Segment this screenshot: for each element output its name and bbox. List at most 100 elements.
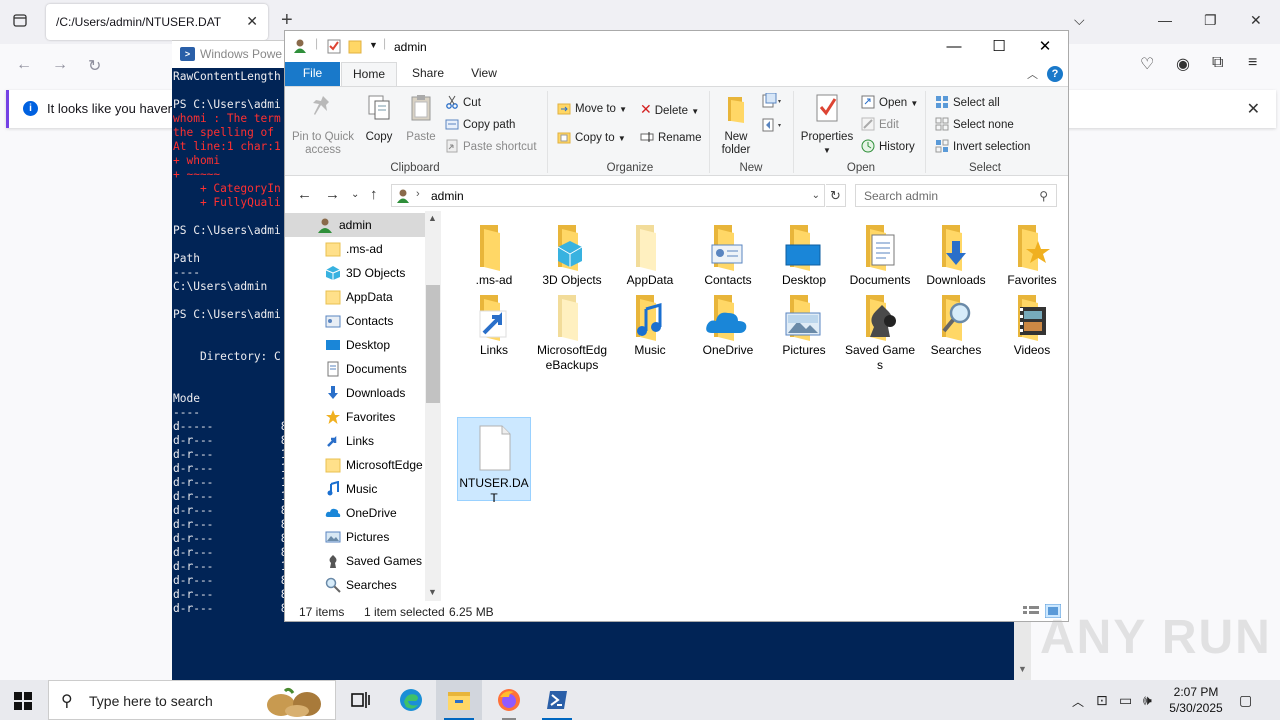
tab-file[interactable]: File <box>285 62 340 86</box>
network-icon[interactable]: ▭ <box>1119 692 1132 709</box>
powershell-scrollbar[interactable]: ▼ <box>1014 622 1031 680</box>
minimize-icon[interactable]: — <box>931 36 977 58</box>
browser-tab[interactable]: /C:/Users/admin/NTUSER.DAT ✕ <box>46 4 268 40</box>
folder-item-downloads[interactable]: Downloads <box>919 221 993 288</box>
tab-list-icon[interactable] <box>12 12 28 28</box>
explorer-titlebar[interactable]: | ▼ | admin — ☐ ✕ <box>285 31 1068 62</box>
nav-item-links[interactable]: Links <box>285 429 425 453</box>
folder-item-onedrive[interactable]: OneDrive <box>691 291 765 358</box>
pocket-icon[interactable]: ♡ <box>1140 54 1154 74</box>
taskbar-search-input[interactable]: ⚲ Type here to search <box>48 680 336 720</box>
properties-qat-icon[interactable] <box>327 39 341 54</box>
nav-item-ms-ad[interactable]: .ms-ad <box>285 237 425 261</box>
nav-item-documents[interactable]: Documents <box>285 357 425 381</box>
edge-taskbar-button[interactable] <box>388 680 434 720</box>
nav-item-onedrive[interactable]: OneDrive <box>285 501 425 525</box>
breadcrumb-chevron-icon[interactable]: › <box>416 188 420 200</box>
folder-item-3d-objects[interactable]: 3D Objects <box>535 221 609 288</box>
tab-share[interactable]: Share <box>405 62 451 86</box>
qat-dropdown-icon[interactable]: ▼ <box>369 40 378 50</box>
up-icon[interactable]: ↑ <box>370 186 378 203</box>
scroll-down-icon[interactable]: ▼ <box>1018 664 1027 674</box>
refresh-icon[interactable]: ↻ <box>826 184 846 207</box>
folder-item-documents[interactable]: Documents <box>843 221 917 288</box>
nav-item-favorites[interactable]: Favorites <box>285 405 425 429</box>
address-bar[interactable]: › admin ⌄ <box>391 184 825 207</box>
folder-item-microsoftedgebackups[interactable]: MicrosoftEdgeBackups <box>535 291 609 373</box>
delete-button[interactable]: ✕ Delete ▼ <box>640 101 699 118</box>
folder-item-pictures[interactable]: Pictures <box>767 291 841 358</box>
paste-shortcut-button[interactable]: Paste shortcut <box>445 139 537 153</box>
nav-item-appdata[interactable]: AppData <box>285 285 425 309</box>
folder-item-contacts[interactable]: Contacts <box>691 221 765 288</box>
tab-view[interactable]: View <box>461 62 507 86</box>
account-icon[interactable]: ◉ <box>1176 54 1190 74</box>
nav-item-music[interactable]: Music <box>285 477 425 501</box>
copy-path-button[interactable]: Copy path <box>445 117 515 131</box>
nav-item-downloads[interactable]: Downloads <box>285 381 425 405</box>
scroll-down-icon[interactable]: ▼ <box>428 587 437 597</box>
notifications-icon[interactable]: ▢ <box>1239 692 1252 709</box>
maximize-icon[interactable]: ☐ <box>976 36 1022 58</box>
history-button[interactable]: History <box>861 139 915 153</box>
collapse-ribbon-icon[interactable]: ︿ <box>1027 66 1038 82</box>
recent-locations-icon[interactable]: ⌄ <box>351 189 359 200</box>
minimize-icon[interactable]: — <box>1158 12 1172 28</box>
new-folder-qat-icon[interactable] <box>348 39 362 54</box>
folder-item-videos[interactable]: Videos <box>995 291 1068 358</box>
close-window-icon[interactable]: ✕ <box>1250 12 1262 29</box>
navigation-scrollbar[interactable]: ▲ ▼ <box>425 211 441 601</box>
file-item-ntuser-dat[interactable]: NTUSER.DAT <box>457 417 531 505</box>
task-view-button[interactable] <box>338 680 384 720</box>
firefox-taskbar-button[interactable] <box>486 680 532 720</box>
easy-access-icon[interactable] <box>761 117 783 133</box>
powershell-taskbar-button[interactable] <box>534 680 580 720</box>
address-dropdown-icon[interactable]: ⌄ <box>812 190 820 201</box>
back-icon[interactable]: ← <box>16 56 32 74</box>
restore-icon[interactable]: ❐ <box>1204 12 1217 29</box>
nav-item-saved-games[interactable]: Saved Games <box>285 549 425 573</box>
close-icon[interactable]: ✕ <box>1022 36 1068 58</box>
nav-item-admin[interactable]: admin <box>285 213 425 237</box>
paste-button[interactable]: Paste <box>401 93 441 144</box>
folder-item-ms-ad[interactable]: .ms-ad <box>457 221 531 288</box>
help-icon[interactable]: ? <box>1047 66 1063 82</box>
network-adapter-icon[interactable]: ⊡ <box>1096 692 1108 709</box>
scroll-thumb[interactable] <box>426 285 440 403</box>
open-button[interactable]: Open ▼ <box>861 95 918 109</box>
invert-selection-button[interactable]: Invert selection <box>935 139 1030 153</box>
edit-button[interactable]: Edit <box>861 117 899 131</box>
copy-button[interactable]: Copy <box>359 93 399 144</box>
close-tab-icon[interactable]: ✕ <box>246 13 258 30</box>
folder-item-saved-games[interactable]: Saved Games <box>843 291 917 373</box>
notification-close-icon[interactable]: ✕ <box>1247 99 1260 119</box>
details-view-icon[interactable] <box>1023 605 1039 618</box>
folder-item-searches[interactable]: Searches <box>919 291 993 358</box>
nav-item-desktop[interactable]: Desktop <box>285 333 425 357</box>
forward-icon[interactable]: → <box>325 186 340 203</box>
tab-overflow-chevron-icon[interactable]: ⌵ <box>1074 12 1085 29</box>
folder-item-desktop[interactable]: Desktop <box>767 221 841 288</box>
reload-icon[interactable]: ↻ <box>88 56 101 76</box>
back-icon[interactable]: ← <box>297 186 312 203</box>
volume-icon[interactable]: 🕪 <box>1143 692 1152 709</box>
nav-item-3d-objects[interactable]: 3D Objects <box>285 261 425 285</box>
scroll-up-icon[interactable]: ▲ <box>428 213 437 223</box>
folder-item-music[interactable]: Music <box>613 291 687 358</box>
copy-to-button[interactable]: Copy to ▼ <box>557 130 626 144</box>
nav-item-microsoftedge[interactable]: MicrosoftEdge <box>285 453 425 477</box>
new-tab-icon[interactable]: + <box>281 10 293 30</box>
nav-item-searches[interactable]: Searches <box>285 573 425 597</box>
folder-item-appdata[interactable]: AppData <box>613 221 687 288</box>
cut-button[interactable]: Cut <box>445 95 481 109</box>
show-hidden-icons-icon[interactable]: ︿ <box>1072 693 1084 710</box>
menu-icon[interactable]: ≡ <box>1248 54 1257 72</box>
file-explorer-taskbar-button[interactable] <box>436 680 482 720</box>
nav-item-contacts[interactable]: Contacts <box>285 309 425 333</box>
select-none-button[interactable]: Select none <box>935 117 1014 131</box>
powershell-titlebar[interactable]: > Windows Powe <box>172 40 285 68</box>
clock[interactable]: 2:07 PM 5/30/2025 <box>1166 684 1226 716</box>
folder-item-links[interactable]: Links <box>457 291 531 358</box>
tab-home[interactable]: Home <box>341 62 397 86</box>
properties-button[interactable]: Properties ▼ <box>799 93 855 157</box>
